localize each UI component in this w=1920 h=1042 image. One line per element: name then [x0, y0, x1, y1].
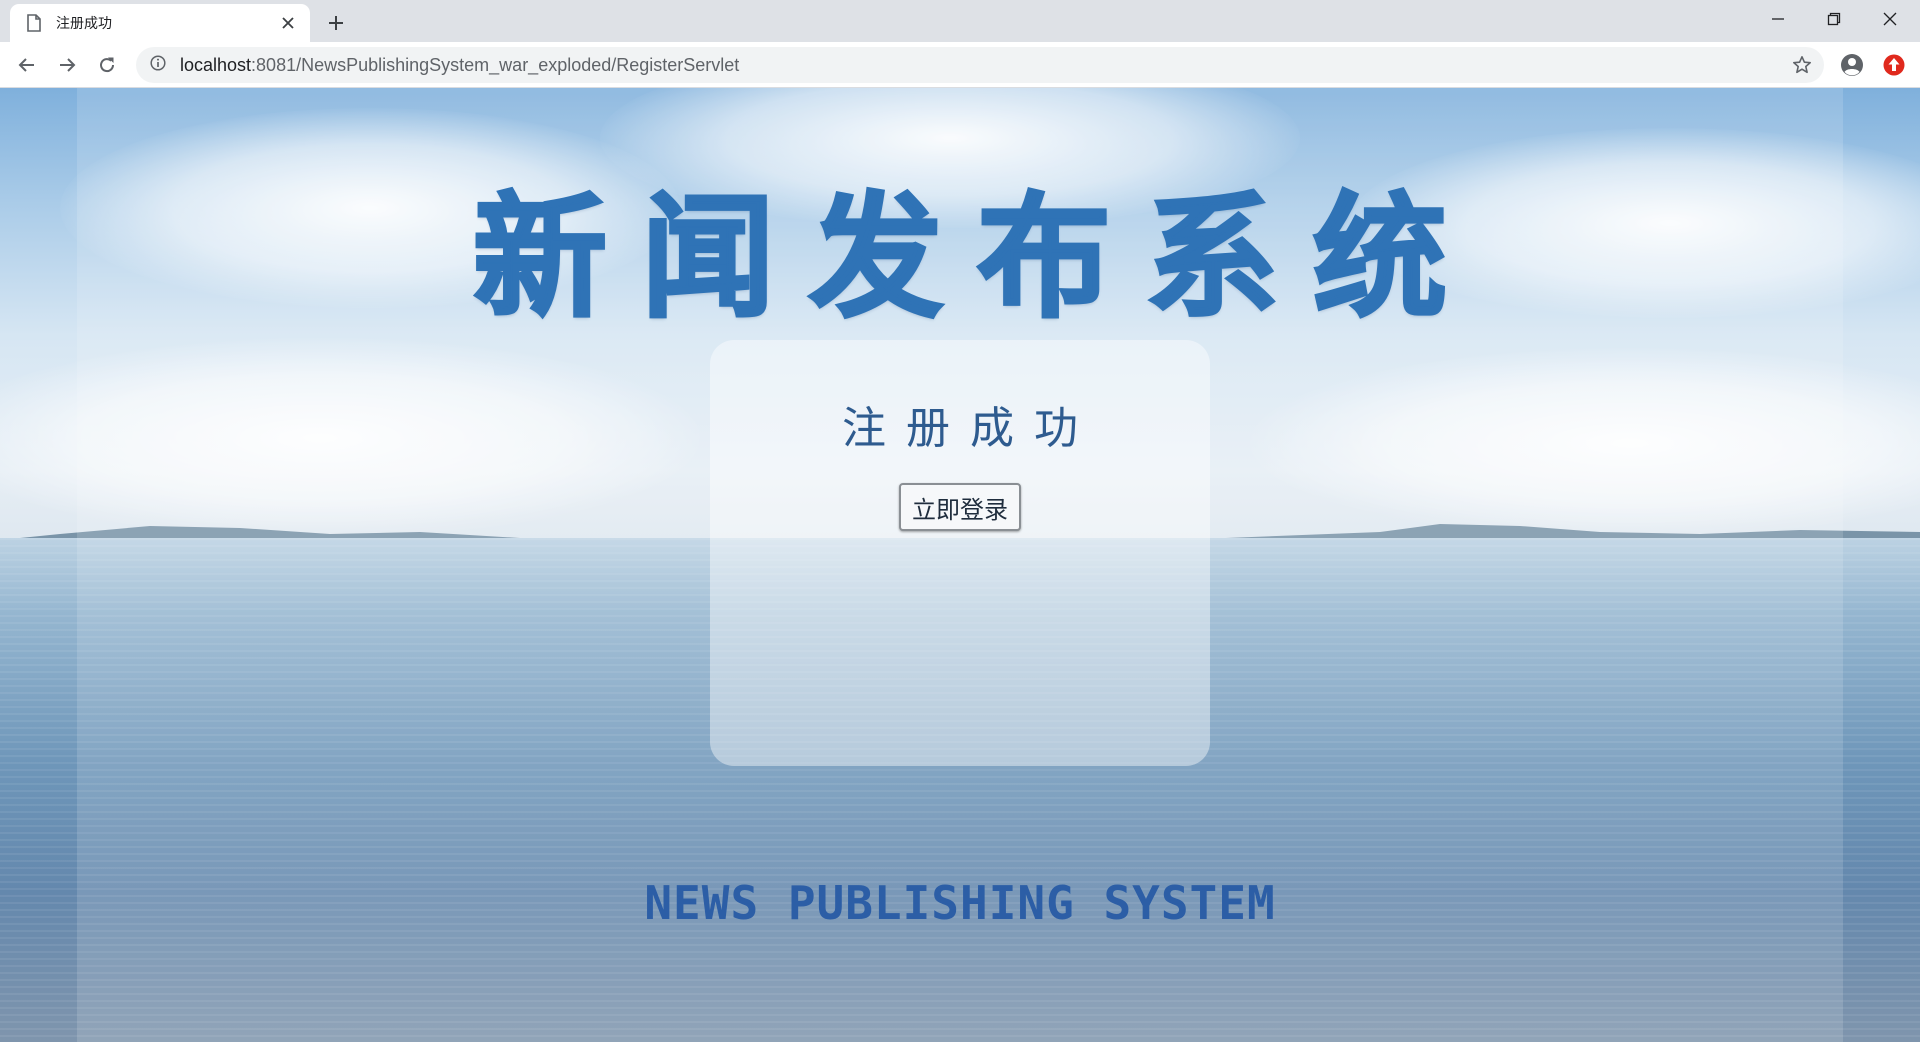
- info-icon[interactable]: [150, 55, 166, 75]
- success-message: 注册成功: [842, 403, 1098, 454]
- plus-icon: [329, 16, 343, 30]
- browser-tabstrip: 注册成功: [0, 0, 1920, 42]
- url-text[interactable]: localhost:8081/NewsPublishingSystem_war_…: [180, 55, 739, 76]
- minimize-icon: [1772, 18, 1784, 20]
- footer-english-title: NEWS PUBLISHING SYSTEM: [644, 876, 1276, 930]
- restore-button[interactable]: [1806, 0, 1862, 38]
- new-tab-button[interactable]: [322, 9, 350, 37]
- extension-icon[interactable]: [1880, 51, 1908, 79]
- site-title-text: 新闻发布系统: [471, 179, 1481, 338]
- register-success-card: 注册成功 立即登录: [710, 340, 1210, 766]
- minimize-button[interactable]: [1750, 0, 1806, 38]
- browser-toolbar: localhost:8081/NewsPublishingSystem_war_…: [0, 42, 1920, 88]
- arrow-right-icon: [60, 58, 76, 72]
- url-host: localhost: [180, 54, 252, 75]
- star-icon[interactable]: [1790, 53, 1814, 77]
- close-icon[interactable]: [278, 13, 298, 33]
- url-path: :8081/NewsPublishingSystem_war_exploded/…: [251, 54, 740, 75]
- browser-tab-active[interactable]: 注册成功: [10, 4, 310, 42]
- tab-title: 注册成功: [56, 16, 112, 32]
- reload-icon: [100, 57, 115, 73]
- forward-button[interactable]: [51, 49, 83, 81]
- window-close-icon: [1883, 12, 1897, 26]
- reload-button[interactable]: [91, 49, 123, 81]
- login-now-button[interactable]: 立即登录: [899, 483, 1021, 531]
- address-bar[interactable]: localhost:8081/NewsPublishingSystem_war_…: [136, 47, 1824, 83]
- window-close-button[interactable]: [1862, 0, 1918, 38]
- account-icon[interactable]: [1838, 51, 1866, 79]
- arrow-left-icon: [18, 58, 34, 72]
- site-title: 新闻发布系统: [0, 176, 1920, 338]
- back-button[interactable]: [11, 49, 43, 81]
- page-viewport: 新闻发布系统 注册成功 立即登录 NEWS PUBLISHING SYSTEM: [0, 88, 1920, 1042]
- document-icon: [26, 14, 42, 32]
- restore-icon: [1827, 12, 1841, 26]
